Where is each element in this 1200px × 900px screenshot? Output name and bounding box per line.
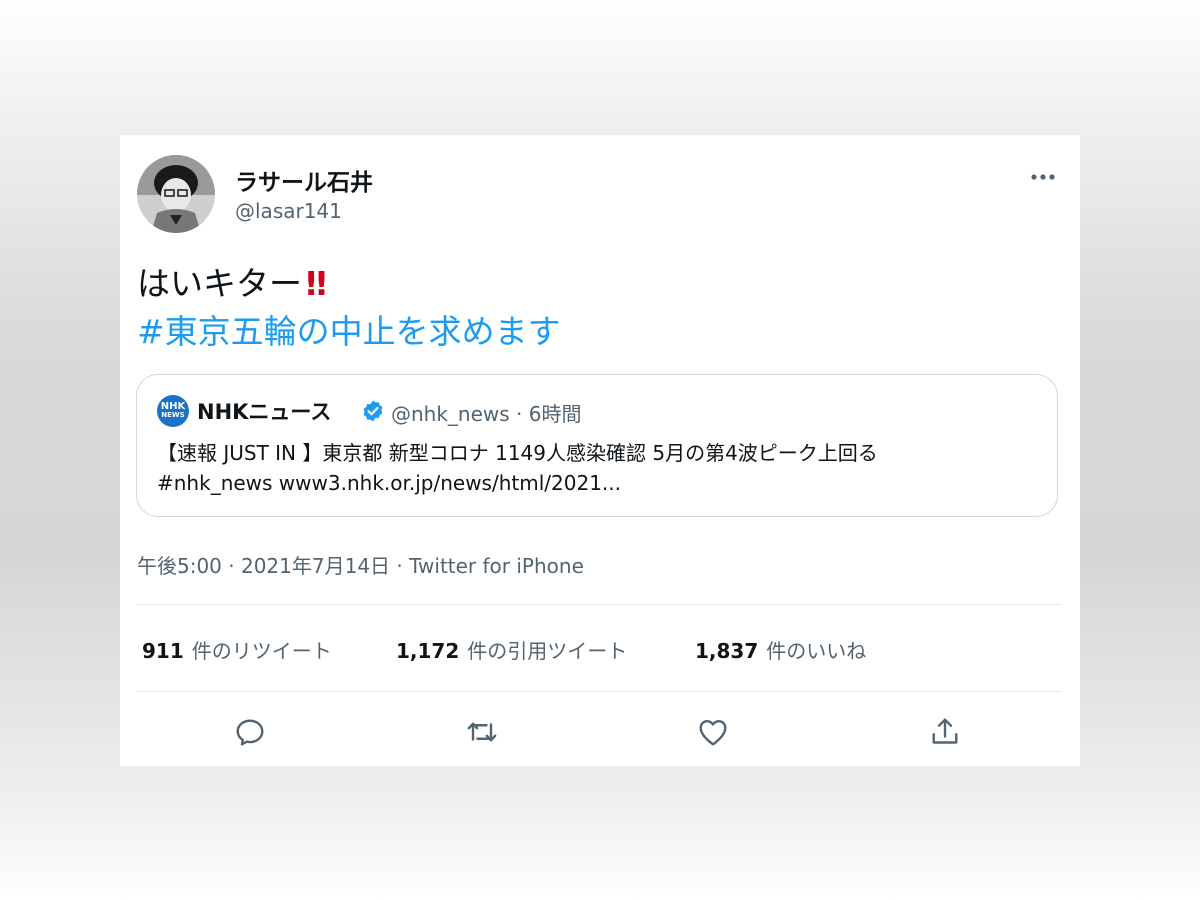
like-icon (699, 720, 727, 746)
double-exclamation-emoji: ‼ (306, 264, 327, 303)
user-handle[interactable]: @lasar141 (235, 199, 342, 223)
nhk-news-logo: NHK NEWS (157, 395, 189, 427)
tweet-text-body: はいキター (137, 264, 302, 303)
quoted-link-line[interactable]: #nhk_news www3.nhk.or.jp/news/html/2021.… (157, 471, 621, 495)
share-button[interactable] (927, 714, 963, 750)
retweets-label: 件のリツイート (191, 639, 332, 663)
quoted-display-name[interactable]: NHKニュース (197, 396, 331, 426)
like-button[interactable] (695, 714, 731, 750)
more-horizontal-icon (1031, 174, 1055, 180)
divider (136, 604, 1061, 605)
avatar[interactable] (137, 155, 215, 233)
hashtag-link[interactable]: #東京五輪の中止を求めます (137, 311, 561, 353)
more-options-button[interactable] (1026, 163, 1066, 191)
reply-icon (236, 719, 264, 746)
quoted-tweet[interactable]: NHK NEWS NHKニュース @nhk_news · 6時間 【速報 JUS… (136, 374, 1058, 517)
tweet-text: はいキター ‼ (137, 263, 327, 305)
nhk-logo-bottom: NEWS (161, 411, 185, 419)
retweets-stat[interactable]: 911 件のリツイート (142, 635, 332, 664)
reply-button[interactable] (232, 714, 268, 750)
retweets-count: 911 (142, 639, 184, 663)
tweet-timestamp[interactable]: 午後5:00 · 2021年7月14日 · Twitter for iPhone (137, 550, 584, 579)
quoted-meta: @nhk_news · 6時間 (391, 402, 582, 426)
verified-badge-icon (363, 400, 383, 422)
display-name[interactable]: ラサール石井 (235, 163, 373, 197)
retweet-button[interactable] (464, 714, 500, 750)
quoted-text: 【速報 JUST IN 】東京都 新型コロナ 1149人感染確認 5月の第4波ピ… (157, 441, 878, 465)
likes-stat[interactable]: 1,837 件のいいね (695, 635, 866, 664)
avatar-photo (137, 155, 215, 233)
share-icon (932, 718, 958, 744)
likes-count: 1,837 (695, 639, 759, 663)
retweet-icon (467, 722, 497, 742)
divider (136, 691, 1061, 692)
likes-label: 件のいいね (766, 639, 867, 663)
quotes-count: 1,172 (396, 639, 460, 663)
nhk-logo-top: NHK (160, 401, 186, 412)
tweet-card: ラサール石井 @lasar141 はいキター ‼ #東京五輪の中止を求めます NH… (120, 135, 1080, 766)
quotes-label: 件の引用ツイート (467, 639, 628, 663)
quotes-stat[interactable]: 1,172 件の引用ツイート (396, 635, 627, 664)
